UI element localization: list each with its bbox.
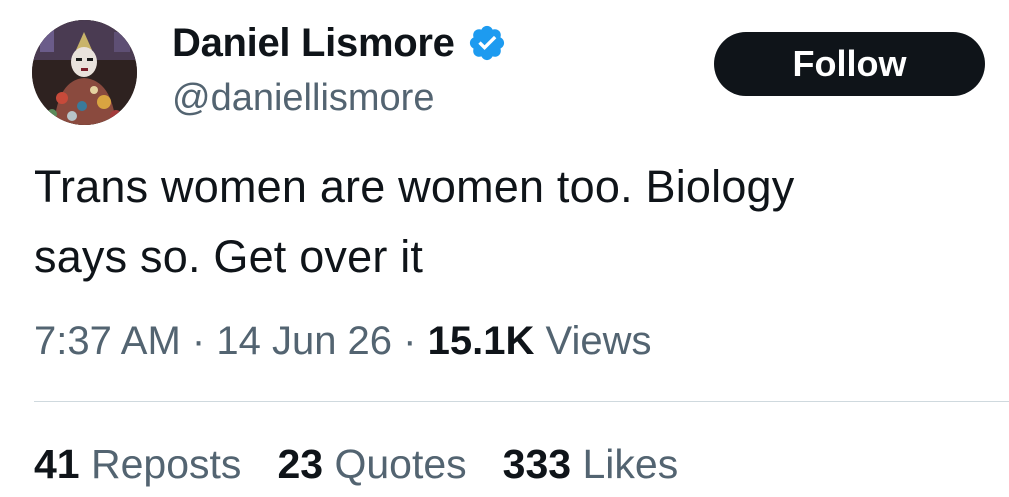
- avatar-image: [32, 20, 137, 125]
- avatar[interactable]: [32, 20, 137, 125]
- reposts-stat[interactable]: 41 Reposts: [34, 438, 241, 490]
- author-name-row: Daniel Lismore: [172, 18, 507, 68]
- author-block: Daniel Lismore @daniellismore: [172, 18, 507, 122]
- tweet-text-line-1: Trans women are women too. Biology: [34, 161, 795, 212]
- likes-stat[interactable]: 333 Likes: [503, 438, 679, 490]
- meta-separator: ·: [403, 319, 417, 363]
- verified-badge-icon[interactable]: [467, 23, 507, 63]
- likes-count: 333: [502, 441, 572, 487]
- author-handle[interactable]: @daniellismore: [172, 74, 507, 122]
- tweet-text-line-2: says so. Get over it: [34, 231, 424, 282]
- views-label: Views: [545, 319, 652, 363]
- views-count: 15.1K: [427, 319, 535, 363]
- likes-label: Likes: [582, 441, 679, 487]
- tweet-date[interactable]: 14 Jun 26: [216, 319, 392, 363]
- quotes-count: 23: [277, 441, 324, 487]
- tweet-time[interactable]: 7:37 AM: [34, 319, 181, 363]
- divider: [34, 401, 1009, 402]
- engagement-stats: 41 Reposts 23 Quotes 333 Likes: [34, 438, 714, 490]
- quotes-label: Quotes: [334, 441, 467, 487]
- quotes-stat[interactable]: 23 Quotes: [277, 438, 466, 490]
- follow-button[interactable]: Follow: [714, 32, 985, 96]
- reposts-count: 41: [34, 441, 80, 487]
- tweet-text: Trans women are women too. Biology says …: [34, 152, 984, 292]
- meta-separator: ·: [191, 319, 206, 363]
- tweet-card: Daniel Lismore @daniellismore Follow Tra…: [0, 0, 1009, 497]
- display-name[interactable]: Daniel Lismore: [172, 18, 455, 68]
- reposts-label: Reposts: [91, 441, 242, 487]
- tweet-meta: 7:37 AM · 14 Jun 26 · 15.1K Views: [34, 316, 651, 366]
